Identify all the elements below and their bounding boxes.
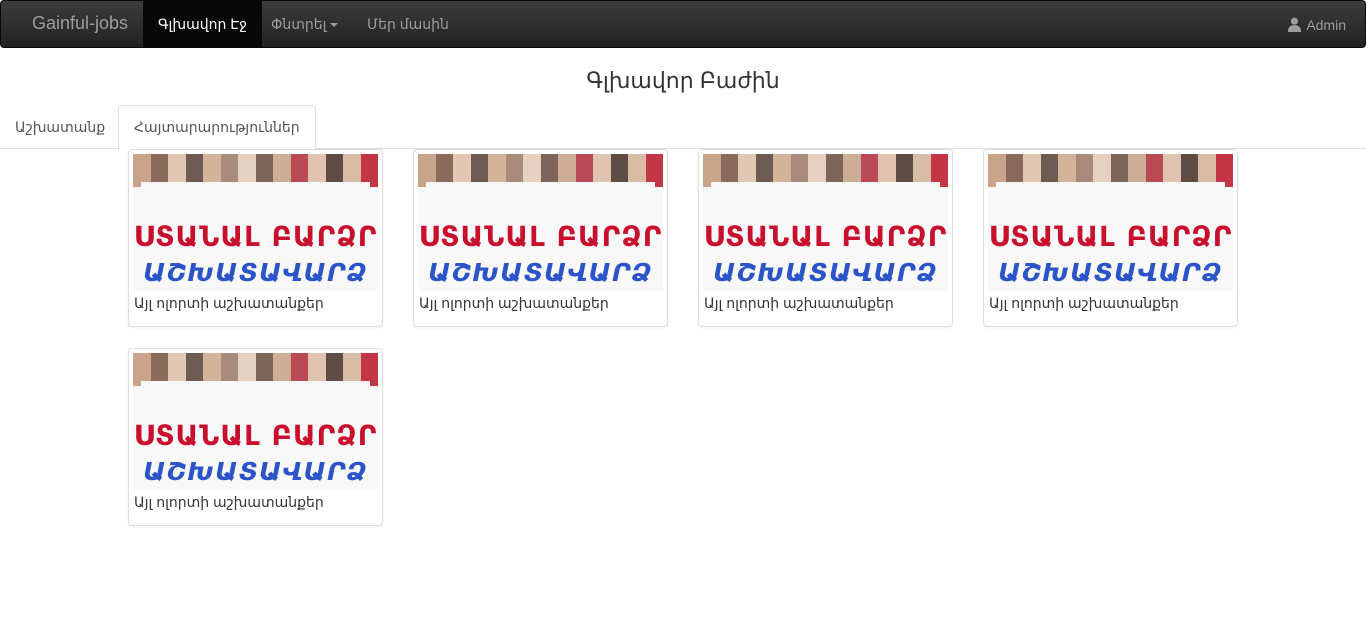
nav-item-about[interactable]: Մեր մասին xyxy=(352,1,464,48)
image-headline-blue: ԱՇԽԱՏԱՎԱՐՁ xyxy=(998,258,1223,287)
page-title: Գլխավոր Բաժին xyxy=(586,68,780,93)
card-thumbnail-image[interactable]: ՍՏԱՆԱԼ ԲԱՐՁՐ ԱՇԽԱՏԱՎԱՐՁ xyxy=(703,154,948,291)
brand-link[interactable]: Gainful-jobs xyxy=(32,13,128,34)
image-headline-red: ՍՏԱՆԱԼ ԲԱՐՁՐ xyxy=(418,220,663,253)
tab-jobs[interactable]: Աշխատանք xyxy=(0,105,120,149)
card-thumbnail-image[interactable]: ՍՏԱՆԱԼ ԲԱՐՁՐ ԱՇԽԱՏԱՎԱՐՁ xyxy=(988,154,1233,291)
announcement-card[interactable]: ՍՏԱՆԱԼ ԲԱՐՁՐ ԱՇԽԱՏԱՎԱՐՁ Այլ ոլորտի աշխատան… xyxy=(698,149,953,327)
image-headline-blue: ԱՇԽԱՏԱՎԱՐՁ xyxy=(713,258,938,287)
tab-announcements-label: Հայտարարություններ xyxy=(134,119,300,135)
image-headline-red: ՍՏԱՆԱԼ ԲԱՐՁՐ xyxy=(133,419,378,452)
image-headline-blue: ԱՇԽԱՏԱՎԱՐՁ xyxy=(428,258,653,287)
image-headline-blue: ԱՇԽԱՏԱՎԱՐՁ xyxy=(143,258,368,287)
card-thumbnail-image[interactable]: ՍՏԱՆԱԼ ԲԱՐՁՐ ԱՇԽԱՏԱՎԱՐՁ xyxy=(133,353,378,490)
card-caption[interactable]: Այլ ոլորտի աշխատանքեր xyxy=(134,295,324,312)
tab-bar: Աշխատանք Հայտարարություններ xyxy=(0,105,1366,150)
announcement-card[interactable]: ՍՏԱՆԱԼ ԲԱՐՁՐ ԱՇԽԱՏԱՎԱՐՁ Այլ ոլորտի աշխատան… xyxy=(983,149,1238,327)
card-caption[interactable]: Այլ ոլորտի աշխատանքեր xyxy=(134,494,324,511)
announcement-card[interactable]: ՍՏԱՆԱԼ ԲԱՐՁՐ ԱՇԽԱՏԱՎԱՐՁ Այլ ոլորտի աշխատան… xyxy=(128,348,383,526)
caret-down-icon xyxy=(330,23,339,28)
sign-board xyxy=(996,182,1225,190)
image-headline-red: ՍՏԱՆԱԼ ԲԱՐՁՐ xyxy=(988,220,1233,253)
sign-board xyxy=(141,182,370,190)
admin-label: Admin xyxy=(1306,16,1346,33)
tab-jobs-label: Աշխատանք xyxy=(15,119,106,135)
tab-announcements[interactable]: Հայտարարություններ xyxy=(118,105,316,150)
sign-board xyxy=(426,182,655,190)
sign-board xyxy=(711,182,940,190)
image-headline-red: ՍՏԱՆԱԼ ԲԱՐՁՐ xyxy=(133,220,378,253)
nav-item-about-label: Մեր մասին xyxy=(367,16,449,32)
card-caption[interactable]: Այլ ոլորտի աշխատանքեր xyxy=(704,295,894,312)
nav-item-home-label: Գլխավոր Էջ xyxy=(158,16,248,32)
nav-item-search-label: Փնտրել xyxy=(271,16,327,32)
nav-item-home[interactable]: Գլխավոր Էջ xyxy=(143,1,263,48)
announcement-card[interactable]: ՍՏԱՆԱԼ ԲԱՐՁՐ ԱՇԽԱՏԱՎԱՐՁ Այլ ոլորտի աշխատան… xyxy=(128,149,383,327)
image-headline-blue: ԱՇԽԱՏԱՎԱՐՁ xyxy=(143,457,368,486)
card-thumbnail-image[interactable]: ՍՏԱՆԱԼ ԲԱՐՁՐ ԱՇԽԱՏԱՎԱՐՁ xyxy=(418,154,663,291)
announcement-card[interactable]: ՍՏԱՆԱԼ ԲԱՐՁՐ ԱՇԽԱՏԱՎԱՐՁ Այլ ոլորտի աշխատան… xyxy=(413,149,668,327)
top-navbar: Gainful-jobs Գլխավոր Էջ Փնտրել Մեր մասին… xyxy=(0,0,1366,48)
card-caption[interactable]: Այլ ոլորտի աշխատանքեր xyxy=(419,295,609,312)
nav-item-search-dropdown[interactable]: Փնտրել xyxy=(256,1,353,48)
admin-user-link[interactable]: Admin xyxy=(1272,1,1361,48)
card-thumbnail-image[interactable]: ՍՏԱՆԱԼ ԲԱՐՁՐ ԱՇԽԱՏԱՎԱՐՁ xyxy=(133,154,378,291)
user-icon xyxy=(1288,17,1302,32)
sign-board xyxy=(141,381,370,389)
card-caption[interactable]: Այլ ոլորտի աշխատանքեր xyxy=(989,295,1179,312)
image-headline-red: ՍՏԱՆԱԼ ԲԱՐՁՐ xyxy=(703,220,948,253)
